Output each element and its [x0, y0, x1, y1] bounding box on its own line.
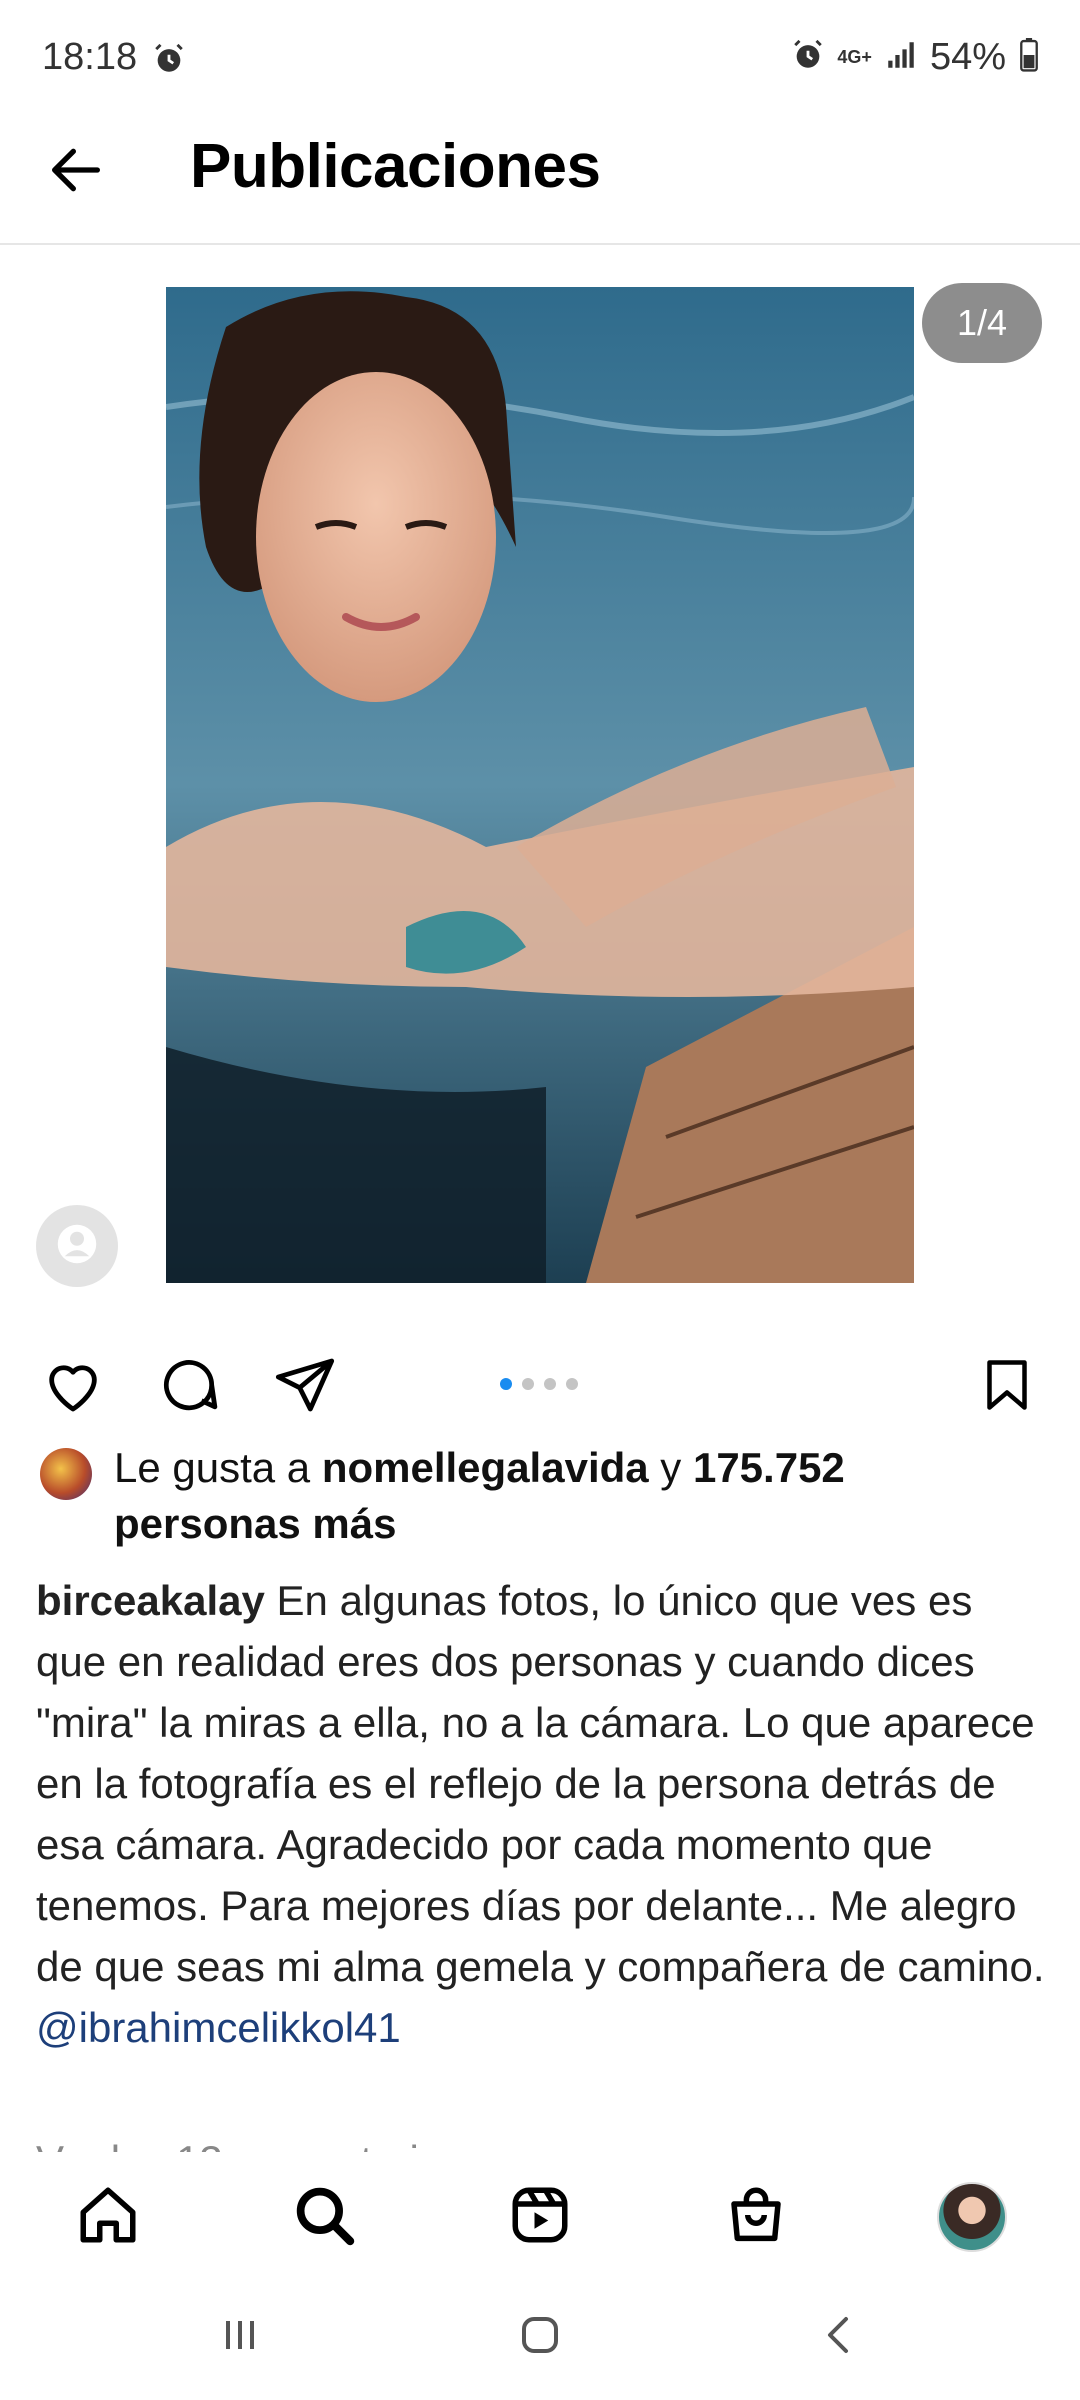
nav-reels[interactable]	[495, 2172, 585, 2262]
alarm-icon	[791, 38, 825, 77]
status-bar: 18:18 4G+ 54%	[0, 0, 1080, 110]
user-icon	[56, 1223, 98, 1270]
shop-icon	[723, 2182, 789, 2253]
share-button[interactable]	[270, 1352, 340, 1422]
send-icon	[273, 1353, 337, 1422]
slide-counter: 1/4	[922, 283, 1042, 363]
post-caption: birceakalay En algunas fotos, lo único q…	[36, 1570, 1051, 2058]
nav-profile[interactable]	[927, 2172, 1017, 2262]
like-button[interactable]	[38, 1352, 108, 1422]
avatar	[937, 2182, 1007, 2252]
status-time: 18:18	[42, 36, 138, 78]
network-label: 4G+	[837, 47, 872, 67]
bookmark-icon	[977, 1355, 1037, 1420]
save-button[interactable]	[972, 1352, 1042, 1422]
likes-prefix: Le gusta a	[114, 1444, 322, 1491]
page-title: Publicaciones	[190, 132, 601, 201]
battery-icon	[1018, 38, 1040, 77]
search-icon	[291, 2182, 357, 2253]
back-button[interactable]	[36, 132, 116, 212]
likes-connector: y	[648, 1444, 693, 1491]
likes-suffix[interactable]: personas más	[114, 1500, 396, 1547]
caption-text: En algunas fotos, lo único que ves es qu…	[36, 1577, 1045, 1990]
heart-icon	[41, 1353, 105, 1422]
bottom-navigation	[0, 2162, 1080, 2272]
view-comments-link[interactable]: Ver los 13 comentarios	[36, 2130, 1036, 2152]
carousel-dot	[544, 1378, 556, 1390]
system-navigation-bar	[0, 2272, 1080, 2400]
post-media: 1/4	[0, 245, 1080, 1315]
home-square-icon	[516, 2311, 564, 2364]
caption-mention[interactable]: @ibrahimcelikkol41	[36, 2004, 401, 2051]
likes-summary[interactable]: Le gusta a nomellegalavida y 175.752 per…	[36, 1440, 1046, 1552]
comment-icon	[157, 1353, 221, 1422]
reels-icon	[507, 2182, 573, 2253]
recent-apps-button[interactable]	[200, 2302, 280, 2372]
header: Publicaciones	[0, 110, 1080, 245]
caption-author[interactable]: birceakalay	[36, 1577, 265, 1624]
home-system-button[interactable]	[500, 2302, 580, 2372]
signal-icon	[884, 38, 918, 77]
carousel-dot	[566, 1378, 578, 1390]
recents-icon	[216, 2311, 264, 2364]
carousel-dot	[500, 1378, 512, 1390]
arrow-left-icon	[44, 138, 108, 207]
comment-button[interactable]	[154, 1352, 224, 1422]
status-indicators: 4G+ 54%	[791, 36, 1040, 79]
carousel-indicator	[500, 1378, 578, 1390]
battery-percent: 54%	[929, 36, 1006, 78]
liker-username[interactable]: nomellegalavida	[322, 1444, 649, 1491]
back-system-button[interactable]	[800, 2302, 880, 2372]
post-photo[interactable]	[166, 287, 914, 1283]
tagged-users-button[interactable]	[36, 1205, 118, 1287]
alarm-icon	[152, 42, 186, 81]
home-icon	[75, 2182, 141, 2253]
liker-avatar	[40, 1448, 92, 1500]
carousel-dot	[522, 1378, 534, 1390]
post-actions	[0, 1340, 1080, 1430]
nav-home[interactable]	[63, 2172, 153, 2262]
chevron-left-icon	[816, 2311, 864, 2364]
nav-search[interactable]	[279, 2172, 369, 2262]
nav-shop[interactable]	[711, 2172, 801, 2262]
likes-count[interactable]: 175.752	[693, 1444, 845, 1491]
